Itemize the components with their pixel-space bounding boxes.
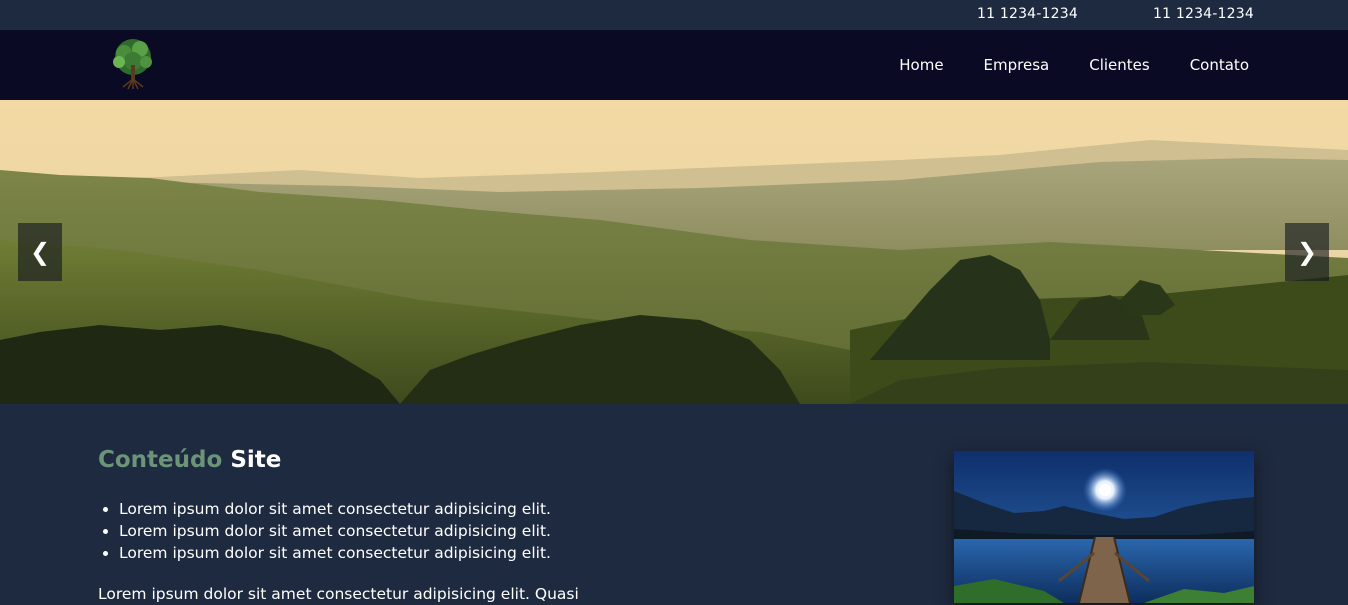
bullet-list: Lorem ipsum dolor sit amet consectetur a… [98, 498, 551, 564]
content-section: Conteúdo Site Lorem ipsum dolor sit amet… [0, 404, 1348, 603]
carousel-prev-button[interactable]: ❮ [18, 223, 62, 281]
body-paragraph: Lorem ipsum dolor sit amet consectetur a… [98, 585, 579, 603]
carousel-next-button[interactable]: ❯ [1285, 223, 1329, 281]
lake-pier-image [954, 451, 1254, 603]
main-nav: Home Empresa Clientes Contato [859, 30, 1249, 100]
top-bar: 11 1234-1234 11 1234-1234 [0, 0, 1348, 30]
section-title: Conteúdo Site [98, 447, 281, 473]
list-item: Lorem ipsum dolor sit amet consectetur a… [119, 520, 551, 542]
landscape-slide-image [0, 100, 1348, 404]
list-item: Lorem ipsum dolor sit amet consectetur a… [119, 498, 551, 520]
phone-number-secondary: 11 1234-1234 [1153, 6, 1254, 22]
phone-number: 11 1234-1234 [977, 6, 1078, 22]
tree-logo-icon[interactable] [104, 35, 162, 93]
section-title-accent: Conteúdo [98, 447, 223, 473]
navbar: Home Empresa Clientes Contato [0, 30, 1348, 100]
list-item: Lorem ipsum dolor sit amet consectetur a… [119, 542, 551, 564]
hero-carousel: ❮ ❯ [0, 100, 1348, 404]
nav-item-contato[interactable]: Contato [1190, 56, 1249, 74]
nav-item-home[interactable]: Home [899, 56, 943, 74]
nav-item-clientes[interactable]: Clientes [1089, 56, 1149, 74]
nav-item-empresa[interactable]: Empresa [984, 56, 1050, 74]
section-title-main: Site [230, 447, 282, 473]
